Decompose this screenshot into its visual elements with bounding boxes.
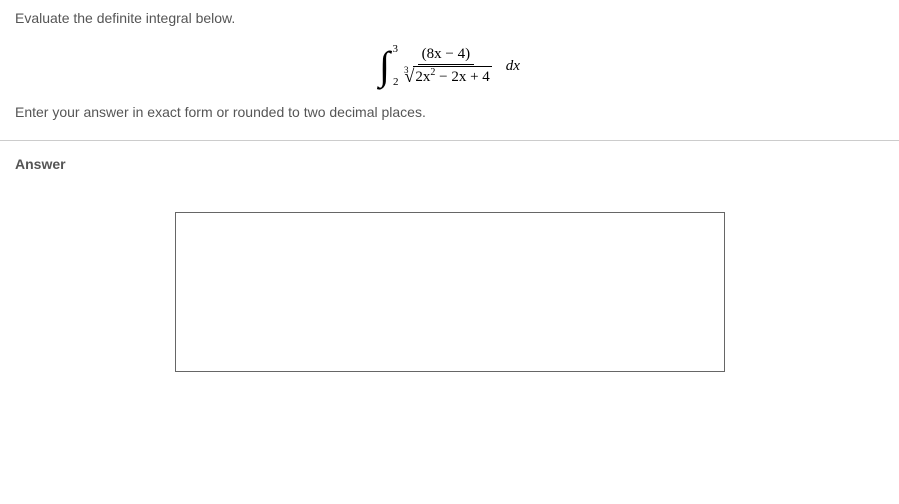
numerator: (8x − 4): [418, 46, 474, 65]
radicand: 2x2 − 2x + 4: [413, 66, 491, 86]
integrand-fraction: (8x − 4) 3 √ 2x2 − 2x + 4: [398, 46, 494, 86]
differential: dx: [506, 58, 520, 75]
answer-label: Answer: [15, 156, 884, 172]
integral-expression: ∫ 3 2 (8x − 4) 3 √ 2x2 − 2x + 4 dx: [15, 46, 884, 86]
answer-section: Answer: [0, 141, 899, 402]
denominator: 3 √ 2x2 − 2x + 4: [398, 65, 494, 86]
radical: √ 2x2 − 2x + 4: [404, 66, 491, 86]
root-index: 3: [404, 65, 409, 75]
answer-input[interactable]: [175, 212, 725, 372]
integral-sign-icon: ∫ 3 2: [379, 46, 390, 86]
lower-bound: 2: [393, 77, 399, 88]
question-prompt: Evaluate the definite integral below.: [15, 10, 884, 26]
upper-bound: 3: [392, 44, 398, 55]
question-section: Evaluate the definite integral below. ∫ …: [0, 0, 899, 140]
answer-instruction: Enter your answer in exact form or round…: [15, 104, 884, 120]
